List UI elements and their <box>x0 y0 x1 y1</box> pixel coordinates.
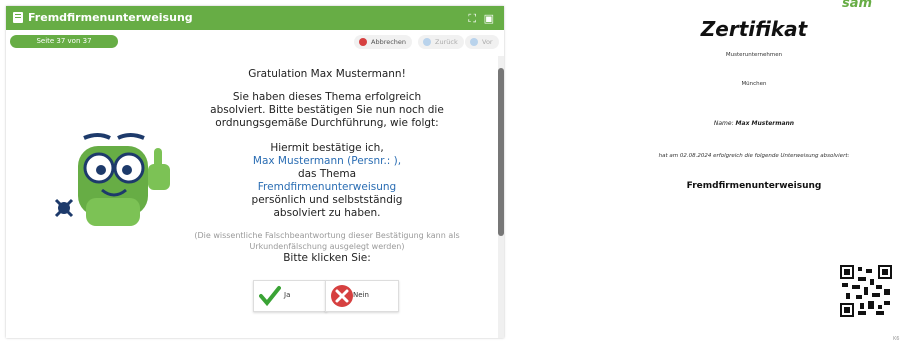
cancel-icon <box>359 38 367 46</box>
click-prompt: Bitte klicken Sie: <box>283 252 371 264</box>
forward-label: Vor <box>482 38 493 46</box>
title-bar: Fremdfirmenunterweisung ⛶ ▣ <box>6 6 504 30</box>
no-button[interactable]: Nein <box>325 280 399 312</box>
confirm-line-2: absolviert zu haben. <box>273 207 381 219</box>
no-label: Nein <box>353 291 369 299</box>
page-indicator: Seite 37 von 37 <box>10 35 118 48</box>
checkmark-icon <box>259 286 281 307</box>
window-controls-icon[interactable]: ⛶ ▣ <box>468 12 496 26</box>
certificate-name-line: Name: Max Mustermann <box>604 120 904 127</box>
intro-line-2: absolviert. Bitte bestätigen Sie nun noc… <box>210 104 444 116</box>
yes-button[interactable]: Ja <box>253 280 327 312</box>
cancel-button[interactable]: Abbrechen <box>354 35 413 49</box>
certificate-city: München <box>741 81 767 87</box>
certificate-title: Zertifikat <box>700 17 808 41</box>
confirmation-text: Gratulation Max Mustermann! Sie haben di… <box>182 68 472 265</box>
certificate-subject: Fremdfirmenunterweisung <box>686 181 822 191</box>
back-button[interactable]: Zurück <box>418 35 464 49</box>
window-title: Fremdfirmenunterweisung <box>28 11 193 24</box>
topic-name: Fremdfirmenunterweisung <box>257 181 397 193</box>
forward-icon <box>470 38 478 46</box>
qr-code-icon <box>840 265 892 317</box>
greeting: Gratulation Max Mustermann! <box>248 68 406 80</box>
person-name: Max Mustermann (Persnr.: ), <box>252 155 402 167</box>
topic-intro: das Thema <box>297 168 357 180</box>
confirm-intro: Hiermit bestätige ich, <box>270 142 384 154</box>
certificate-company: Musterunternehmen <box>725 52 783 58</box>
yes-label: Ja <box>284 291 291 299</box>
content-area: Gratulation Max Mustermann! Sie haben di… <box>6 54 496 338</box>
cross-circle-icon <box>331 285 353 307</box>
confirm-line-1: persönlich und selbstständig <box>251 194 403 206</box>
disclaimer-line-2: Urkundenfälschung ausgelegt werden) <box>249 242 405 251</box>
back-icon <box>423 38 431 46</box>
certificate-statement: hat am 02.08.2024 erfolgreich die folgen… <box>658 153 850 159</box>
intro-line-3: ordnungsgemäße Durchführung, wie folgt: <box>215 117 439 129</box>
certificate-name-label: Name: <box>713 120 734 127</box>
certificate-name: Max Mustermann <box>735 120 795 127</box>
course-window: Fremdfirmenunterweisung ⛶ ▣ Seite 37 von… <box>6 6 504 338</box>
mascot-thumbs-up-icon <box>54 133 170 226</box>
corner-mark: K6 <box>893 336 900 342</box>
cancel-label: Abbrechen <box>371 38 407 46</box>
back-label: Zurück <box>435 38 458 46</box>
book-icon <box>13 12 23 23</box>
intro-line-1: Sie haben dieses Thema erfolgreich <box>232 91 422 103</box>
scrollbar-thumb[interactable] <box>498 68 504 236</box>
forward-button[interactable]: Vor <box>465 35 499 49</box>
disclaimer-line-1: (Die wissentliche Falschbeantwortung die… <box>194 231 460 240</box>
